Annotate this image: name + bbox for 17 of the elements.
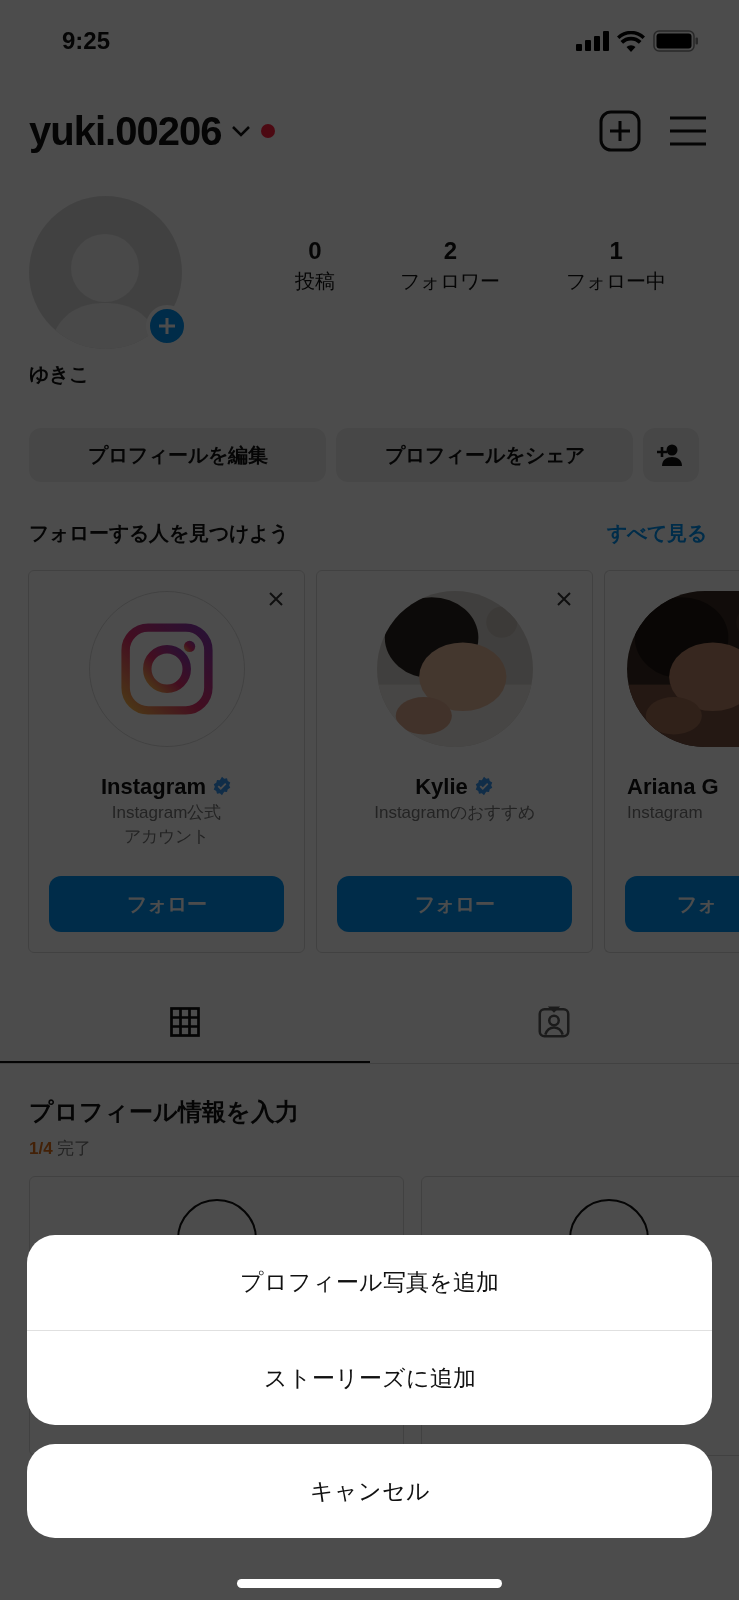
- stat-value: 1: [609, 236, 623, 266]
- stat-label: フォロワー: [400, 269, 501, 294]
- stat-label: 投稿: [294, 269, 335, 294]
- stat-label: フォロー中: [566, 269, 667, 294]
- section-title: フォローする人を見つけよう: [29, 521, 289, 546]
- account-name: Kylie: [415, 772, 468, 801]
- status-time: 9:25: [62, 26, 111, 56]
- sheet-option[interactable]: プロフィール写真を追加: [27, 1235, 712, 1330]
- account-name: Instagram: [100, 772, 207, 801]
- account-name: Ariana G: [627, 772, 719, 801]
- display-name: ゆきこ: [29, 363, 89, 385]
- section-title: プロフィール情報を入力: [29, 1097, 300, 1127]
- stat-value: 2: [443, 236, 458, 266]
- stat-value: 0: [308, 236, 322, 266]
- progress-count: 1/4: [29, 1138, 53, 1160]
- sheet-option[interactable]: ストーリーズに追加: [27, 1330, 712, 1425]
- cancel-button[interactable]: キャンセル: [27, 1444, 712, 1538]
